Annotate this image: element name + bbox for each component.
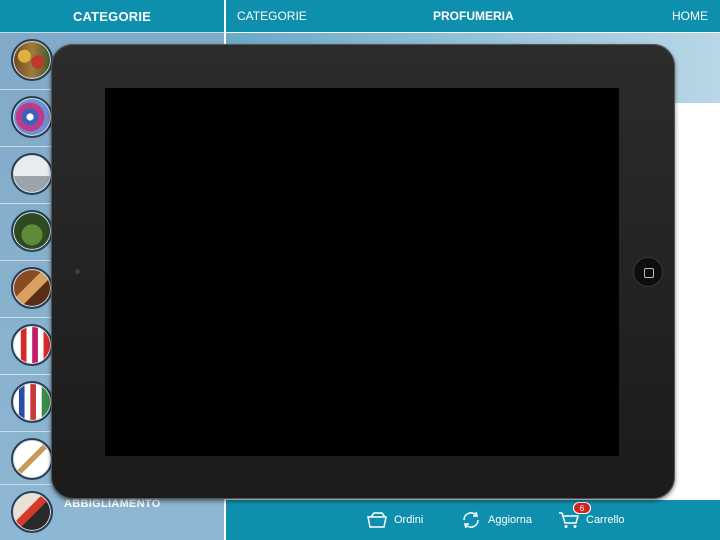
home-button-icon[interactable] [633,257,663,287]
perfume-bottles-thumbnail [11,39,53,81]
glasses-thumbnail [11,438,53,480]
top-bar: CATEGORIE PROFUMERIA HOME [226,0,720,32]
app-screen: CATEGORIE ABBIGLIAMENTO CATEGORIE PROFUM… [0,0,720,540]
bottles-thumbnail [11,324,53,366]
ordini-button[interactable]: Ordini [366,500,423,540]
page-title: PROFUMERIA [433,9,514,23]
bottom-bar: Ordini Aggiorna Carrello [226,500,720,540]
garden-thumbnail [11,210,53,252]
tablet-frame [51,44,675,499]
products-thumbnail [11,381,53,423]
refresh-icon [460,511,482,529]
household-thumbnail [11,153,53,195]
clothing-thumbnail [11,491,53,533]
carrello-label: Carrello [586,514,625,526]
ordini-label: Ordini [394,514,424,526]
cart-count-badge: 6 [573,502,591,514]
cosmetics-thumbnail [11,96,53,138]
carrello-button[interactable]: Carrello [558,500,625,540]
sidebar-header: CATEGORIE [0,0,224,32]
orders-box-icon [366,511,388,529]
camera-icon [75,269,80,274]
food-thumbnail [11,267,53,309]
aggiorna-label: Aggiorna [488,514,533,526]
categorie-link[interactable]: CATEGORIE [237,0,307,32]
aggiorna-button[interactable]: Aggiorna [460,500,532,540]
home-link[interactable]: HOME [672,0,708,32]
tablet-screen [105,88,619,456]
